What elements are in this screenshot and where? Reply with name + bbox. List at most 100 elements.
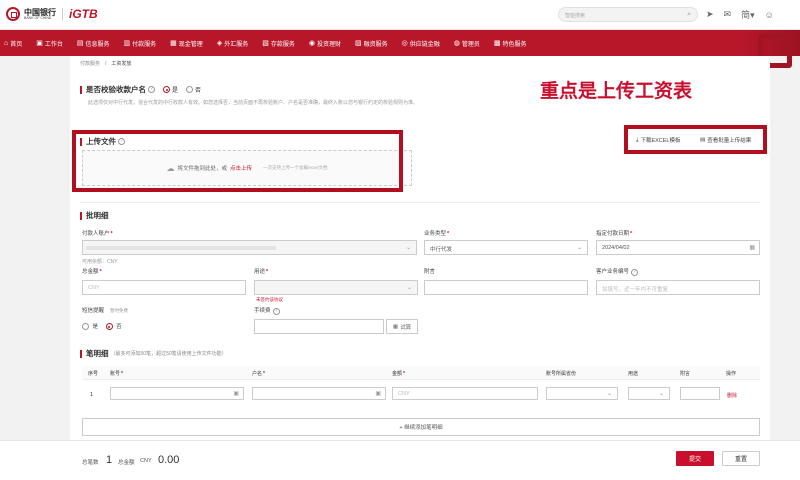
nav-icon: ⌂: [4, 39, 9, 47]
overlay-note: 重点是上传工资表: [540, 80, 693, 102]
reset-button[interactable]: 重置: [722, 451, 760, 466]
language-selector[interactable]: 简▾: [741, 8, 755, 21]
main-nav: ⌂ 首页 ▣ 工作台 ▤ 信息服务 ▥ 付款服务 ▦ 现金管理 ◈ 外汇服务 ▧ 存款服务 ◉ 投资理财 ▨ 融资…: [0, 30, 800, 56]
nav-icon: ▦: [170, 40, 177, 47]
row-usage-select[interactable]: ⌄: [628, 387, 670, 400]
bank-name-en: BANK OF CHINA: [24, 15, 52, 20]
nav-label: 信息服务: [85, 41, 110, 48]
nav-icon: ◍: [453, 40, 460, 47]
breadcrumb: 付款服务 / 工资发放: [80, 61, 132, 67]
address-book-icon: ▣: [233, 391, 239, 397]
nav-item-2[interactable]: ▤ 信息服务: [77, 39, 110, 48]
nav-item-4[interactable]: ▦ 现金管理: [170, 39, 203, 48]
province-select[interactable]: ⌄: [546, 387, 618, 400]
nav-icon: ▤: [76, 40, 84, 47]
nav-item-0[interactable]: ⌂ 首页: [4, 39, 22, 48]
total-amount: 0.00: [158, 454, 180, 466]
chevron-down-icon: ⌄: [405, 245, 411, 251]
delete-row-link[interactable]: 删除: [727, 392, 737, 399]
verify-no-radio[interactable]: [186, 86, 194, 93]
nav-item-1[interactable]: ▣ 工作台: [36, 39, 63, 48]
help-icon[interactable]: ?: [148, 86, 155, 93]
help-icon[interactable]: ?: [272, 308, 280, 315]
verify-yes-radio[interactable]: [163, 86, 170, 93]
account-name-input[interactable]: ▣: [252, 387, 386, 400]
nav-icon: ▧: [262, 40, 269, 47]
sms-no-radio[interactable]: [105, 323, 113, 331]
amount-input[interactable]: CNY: [392, 387, 538, 400]
available-balance: 可用余额：CNY: [82, 259, 118, 265]
nav-item-10[interactable]: ◍ 管理员: [454, 39, 480, 48]
nav-label: 管理员: [461, 41, 480, 48]
calculator-icon: ▦: [392, 323, 399, 330]
top-bar: 中国银行 BANK OF CHINA iGTB 智能搜索 ⌕ ➤ ✉ 简▾ ☺: [0, 0, 800, 30]
business-type-select[interactable]: 中行代发 ⌄: [424, 240, 588, 255]
chevron-down-icon: ⌄: [406, 285, 412, 291]
nav-label: 外汇服务: [224, 41, 249, 48]
trial-calc-button[interactable]: ▦ 试算: [386, 319, 418, 334]
payer-account-select[interactable]: ⌄: [82, 240, 417, 255]
total-amount-input[interactable]: CNY: [82, 280, 246, 295]
bank-name-cn: 中国银行: [24, 6, 56, 17]
user-icon[interactable]: ☺: [765, 10, 774, 20]
row-remark-input[interactable]: [680, 387, 720, 400]
nav-label: 特色服务: [502, 41, 527, 48]
details-table-header: [82, 366, 760, 380]
nav-label: 现金管理: [178, 41, 203, 48]
nav-label: 存款服务: [270, 41, 295, 48]
nav-icon: ▩: [493, 40, 501, 47]
nav-icon: ▥: [123, 40, 131, 47]
nav-item-9[interactable]: ◎ 供应链金融: [402, 39, 440, 48]
nav-icon: ◈: [216, 40, 223, 47]
message-icon[interactable]: ✉: [724, 9, 732, 20]
add-detail-row-button[interactable]: + 继续添加笔明细: [82, 418, 760, 436]
bank-logo[interactable]: 中国银行 BANK OF CHINA iGTB: [6, 7, 98, 21]
total-count: 1: [106, 454, 113, 466]
fee-input[interactable]: [254, 319, 384, 334]
global-search-input[interactable]: 智能搜索 ⌕: [558, 7, 698, 22]
nav-label: 融资服务: [363, 41, 388, 48]
batch-title: 批明细: [80, 210, 109, 221]
boc-logo-icon: [6, 7, 20, 21]
usage-select[interactable]: ⌄: [254, 280, 418, 295]
remark-input[interactable]: [424, 280, 588, 295]
chevron-down-icon: ⌄: [606, 391, 612, 397]
breadcrumb-parent[interactable]: 付款服务: [80, 61, 100, 67]
remark-label: 附言: [424, 269, 436, 275]
help-icon[interactable]: ?: [631, 269, 639, 276]
row-index: 1: [90, 392, 94, 398]
nav-icon: ▨: [354, 40, 362, 47]
nav-item-8[interactable]: ▨ 融资服务: [355, 39, 388, 48]
verify-hint: 此选项仅对中行代发。混合代发的中行收款人有效。如您选择否，当前页面不再校验账户、…: [88, 100, 419, 106]
nav-decoration: [740, 30, 800, 68]
nav-icon: ▣: [36, 40, 43, 47]
search-icon[interactable]: ⌕: [687, 11, 691, 19]
nav-item-6[interactable]: ▧ 存款服务: [262, 39, 295, 48]
highlight-box-upload: [72, 130, 403, 192]
nav-item-11[interactable]: ▩ 特色服务: [494, 39, 527, 48]
usage-error: 未签约该协议: [256, 297, 283, 302]
payment-date-input[interactable]: 2024/04/02 ▦: [596, 240, 760, 255]
calendar-icon: ▦: [749, 245, 755, 251]
nav-item-7[interactable]: ◉ 投资理财: [309, 39, 341, 48]
chevron-down-icon: ⌄: [576, 245, 582, 251]
account-number-input[interactable]: ▣: [110, 387, 244, 400]
highlight-box-tools: [624, 125, 767, 154]
sms-yes-radio[interactable]: [82, 323, 89, 331]
breadcrumb-current: 工资发放: [111, 61, 132, 67]
nav-icon: ◎: [401, 40, 408, 47]
nav-icon: ◉: [308, 40, 315, 47]
nav-item-3[interactable]: ▥ 付款服务: [124, 39, 157, 48]
nav-label: 供应链金融: [409, 41, 440, 48]
details-title: 笔明细 （最多可添加50笔，超过50笔请使用上传文件功能）: [80, 348, 227, 359]
nav-item-5[interactable]: ◈ 外汇服务: [217, 39, 248, 48]
nav-label: 投资理财: [316, 41, 341, 48]
nav-label: 工作台: [44, 41, 63, 48]
verify-title: 是否校验收款户名? 是 否: [80, 84, 201, 95]
nav-label: 首页: [10, 41, 23, 48]
chevron-down-icon: ⌄: [658, 391, 664, 397]
customer-number-input[interactable]: 如填写，近一年内不可重复: [596, 280, 760, 295]
submit-button[interactable]: 提交: [676, 451, 714, 466]
send-icon[interactable]: ➤: [706, 9, 714, 20]
address-book-icon: ▣: [375, 391, 381, 397]
